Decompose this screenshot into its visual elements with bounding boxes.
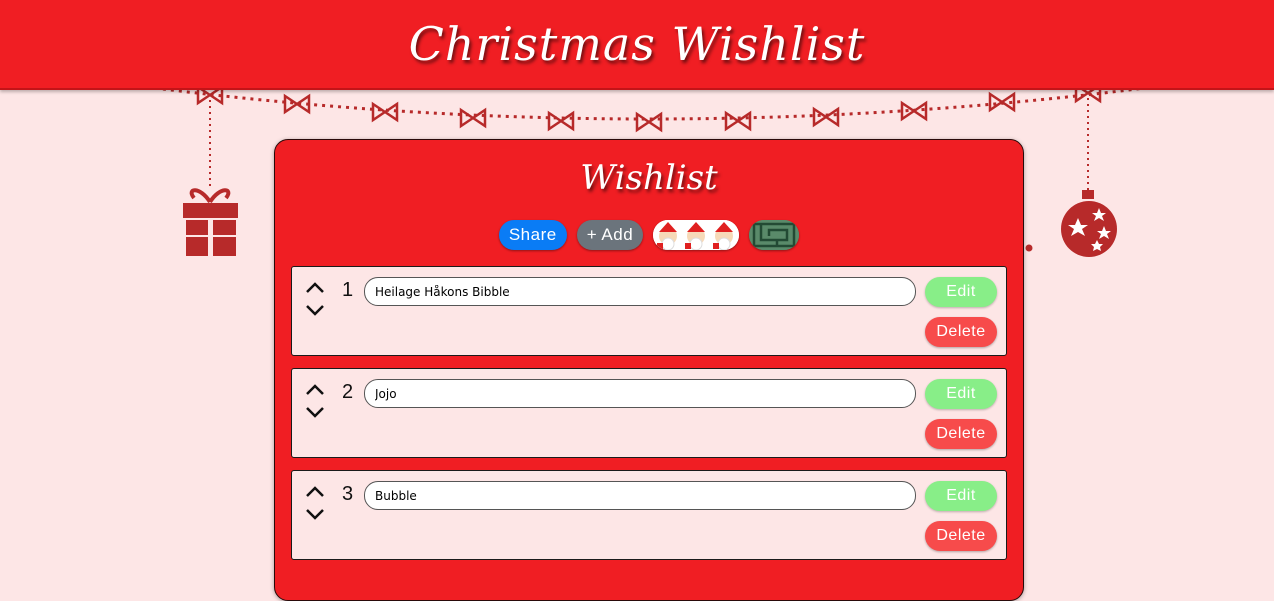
santa-theme-button[interactable] (653, 220, 740, 250)
wishlist-card: Wishlist Share + Add 1 Heilage Håkons Bi… (274, 139, 1024, 601)
site-header: Christmas Wishlist (0, 0, 1274, 90)
list-item: 3 Edit Delete (291, 470, 1007, 560)
delete-button[interactable]: Delete (925, 521, 997, 551)
list-item: 2 Edit Delete (291, 368, 1007, 458)
item-input[interactable] (364, 379, 916, 408)
delete-button[interactable]: Delete (925, 317, 997, 347)
ornament-icon (1061, 190, 1117, 257)
delete-button[interactable]: Delete (925, 419, 997, 449)
santa-theme-icon (653, 220, 740, 250)
chevron-down-icon[interactable] (304, 301, 326, 319)
maze-theme-icon (749, 220, 800, 250)
item-number: 1 (342, 279, 354, 301)
toolbar: Share + Add (275, 220, 1023, 250)
item-number: 3 (342, 483, 354, 505)
maze-theme-button[interactable] (749, 220, 800, 250)
chevron-down-icon[interactable] (304, 505, 326, 523)
chevron-up-icon[interactable] (304, 381, 326, 399)
wishlist-title: Wishlist (580, 158, 718, 198)
reorder-arrows (304, 483, 326, 523)
item-number: 2 (342, 381, 354, 403)
list-item: 1 Edit Delete (291, 266, 1007, 356)
gift-icon (183, 188, 238, 256)
bow-icons (196, 82, 1102, 133)
edit-button[interactable]: Edit (925, 481, 997, 511)
share-button[interactable]: Share (498, 220, 567, 250)
item-input[interactable] (364, 481, 916, 510)
item-input[interactable] (364, 277, 916, 306)
add-button[interactable]: + Add (576, 220, 644, 250)
edit-button[interactable]: Edit (925, 379, 997, 409)
chevron-down-icon[interactable] (304, 403, 326, 421)
edit-button[interactable]: Edit (925, 277, 997, 307)
chevron-up-icon[interactable] (304, 279, 326, 297)
site-title: Christmas Wishlist (408, 17, 866, 71)
chevron-up-icon[interactable] (304, 483, 326, 501)
reorder-arrows (304, 279, 326, 319)
reorder-arrows (304, 381, 326, 421)
